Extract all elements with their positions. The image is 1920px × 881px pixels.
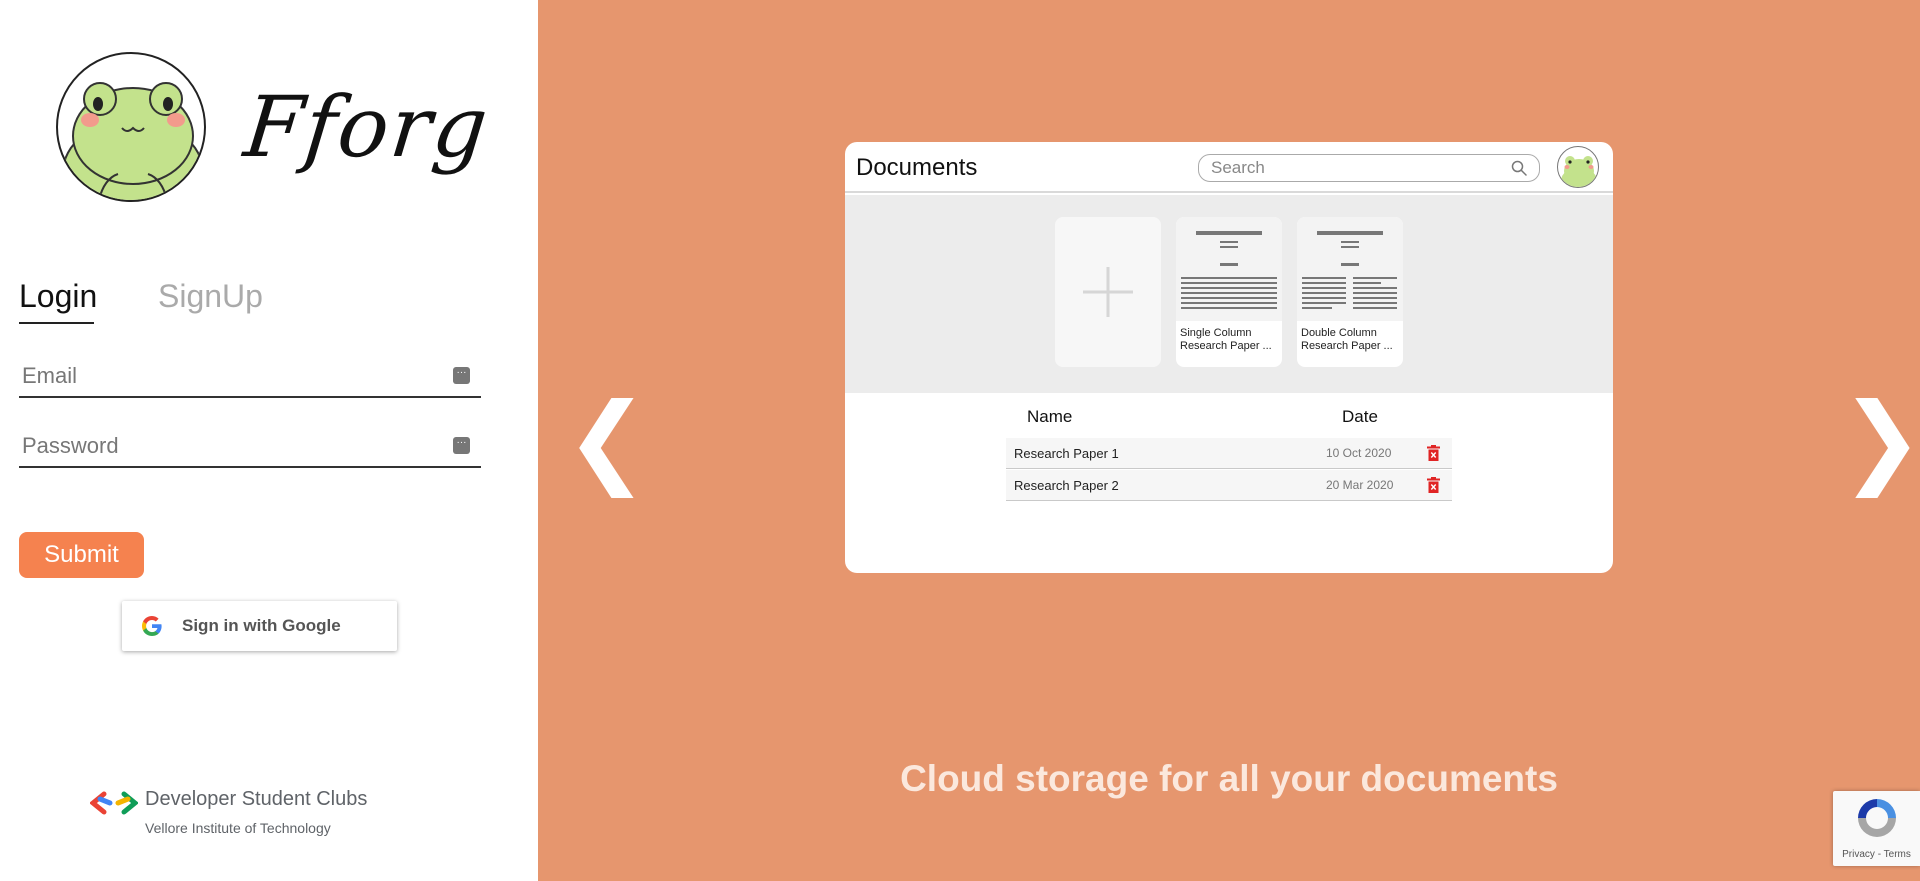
password-manager-icon[interactable]: ···	[453, 367, 470, 384]
document-date: 20 Mar 2020	[1326, 478, 1394, 492]
table-row: Research Paper 1 10 Oct 2020	[1006, 438, 1452, 469]
document-name: Research Paper 2	[1014, 478, 1119, 493]
avatar	[1557, 146, 1599, 188]
template-label: Double Column Research Paper ...	[1301, 327, 1393, 352]
preview-header: Documents	[845, 142, 1613, 193]
dsc-institute: Vellore Institute of Technology	[145, 820, 331, 836]
carousel-next-icon[interactable]: ❯	[1840, 390, 1920, 490]
template-double-column: Double Column Research Paper ...	[1297, 217, 1403, 367]
email-field: ···	[19, 358, 481, 398]
template-gallery: Single Column Research Paper ... Double …	[845, 195, 1613, 393]
email-input[interactable]	[19, 358, 439, 394]
document-date: 10 Oct 2020	[1326, 446, 1392, 460]
frog-logo-icon	[56, 52, 206, 202]
recaptcha-badge[interactable]: Privacy - Terms	[1833, 791, 1920, 866]
table-row: Research Paper 2 20 Mar 2020	[1006, 470, 1452, 501]
password-manager-icon[interactable]: ···	[453, 437, 470, 454]
dsc-logo-icon	[90, 791, 138, 815]
new-document-tile	[1055, 217, 1161, 367]
documents-preview-card: Documents Search Single Column Research …	[845, 142, 1613, 573]
template-single-column: Single Column Research Paper ...	[1176, 217, 1282, 367]
preview-search-box	[1198, 154, 1540, 182]
document-thumbnail-icon	[1297, 217, 1403, 321]
tab-signup[interactable]: SignUp	[158, 278, 263, 315]
active-tab-indicator	[19, 322, 94, 324]
recaptcha-icon	[1858, 799, 1896, 837]
login-panel: Fforg Login SignUp ··· ··· Submit Sign i…	[0, 0, 537, 881]
column-header-name: Name	[1027, 407, 1073, 426]
carousel-prev-icon[interactable]: ❮	[565, 390, 649, 490]
documents-table-header: Name Date	[1005, 407, 1451, 431]
submit-button[interactable]: Submit	[19, 532, 144, 578]
brand-name: Fforg	[239, 78, 495, 176]
document-name: Research Paper 1	[1014, 446, 1119, 461]
template-label: Single Column Research Paper ...	[1180, 327, 1272, 352]
google-icon	[142, 616, 162, 636]
search-icon	[1511, 160, 1527, 176]
column-header-date: Date	[1342, 407, 1378, 426]
recaptcha-terms-link[interactable]: Privacy - Terms	[1833, 849, 1920, 860]
plus-icon	[1083, 267, 1133, 317]
google-signin-label: Sign in with Google	[182, 616, 341, 635]
password-field: ···	[19, 428, 481, 468]
preview-search-input	[1211, 157, 1491, 179]
carousel-caption: Cloud storage for all your documents	[900, 758, 1558, 799]
google-signin-button[interactable]: Sign in with Google	[122, 601, 397, 651]
tab-login[interactable]: Login	[19, 278, 97, 315]
delete-icon	[1427, 445, 1440, 461]
preview-title: Documents	[856, 154, 978, 181]
dsc-org-name: Developer Student Clubs	[145, 788, 368, 810]
delete-icon	[1427, 477, 1440, 493]
document-thumbnail-icon	[1176, 217, 1282, 321]
password-input[interactable]	[19, 428, 439, 464]
